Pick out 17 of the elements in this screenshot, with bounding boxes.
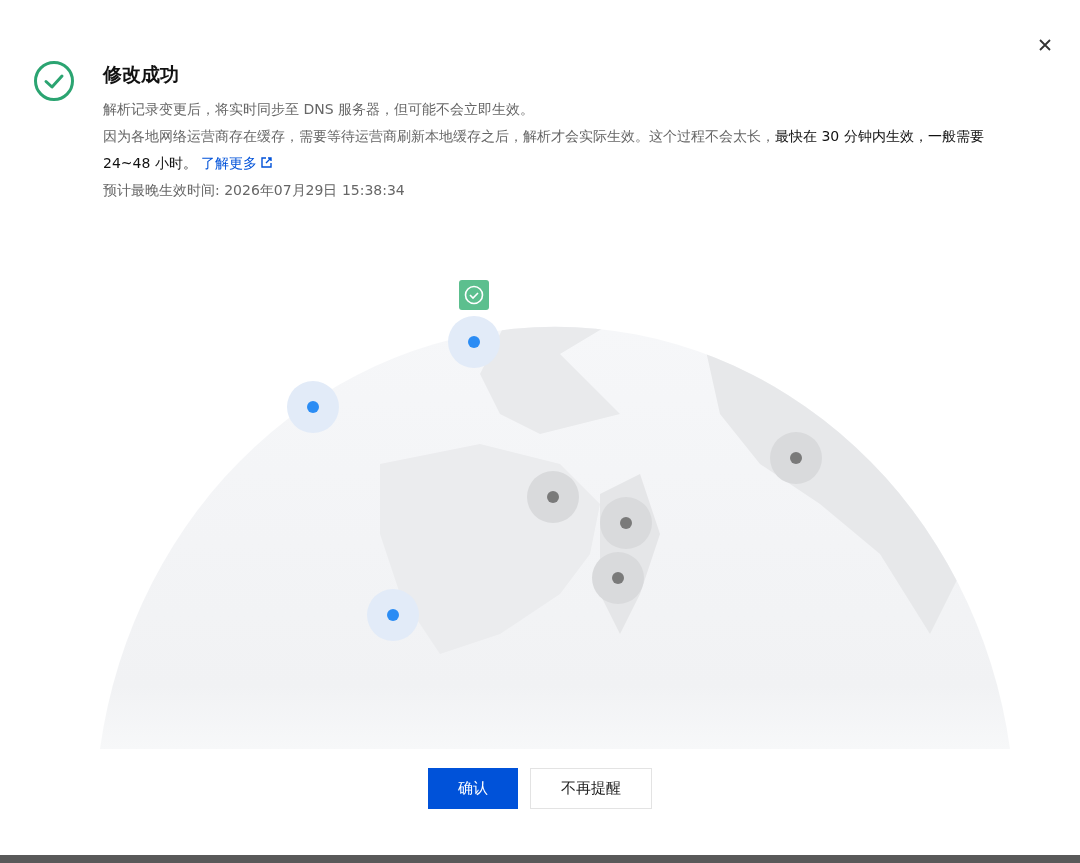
node-halo: [287, 381, 339, 433]
node-halo: [527, 471, 579, 523]
node-halo: [770, 432, 822, 484]
node-halo: [367, 589, 419, 641]
close-icon[interactable]: [1038, 38, 1052, 52]
learn-more-link[interactable]: 了解更多: [200, 155, 273, 171]
external-link-icon: [259, 156, 273, 169]
node-halo: [592, 552, 644, 604]
dismiss-button[interactable]: 不再提醒: [530, 768, 652, 809]
confirm-button[interactable]: 确认: [428, 768, 518, 809]
node-halo: [448, 316, 500, 368]
info-text: 解析记录变更后，将实时同步至 DNS 服务器，但可能不会立即生效。: [103, 100, 536, 119]
eta-text: 预计最晚生效时间: 2026年07月29日 15:38:34: [103, 181, 406, 200]
cache-notice-text: 因为各地网络运营商存在缓存，需要等待运营商刷新本地缓存之后，解析才会实际生效。这个过程不会太长，最快在 30 分钟内生效，一般需要 24~48 小时。 了解更多: [103, 127, 985, 173]
node-halo: [600, 497, 652, 549]
dialog-title: 修改成功: [103, 62, 180, 87]
success-check-icon: [33, 60, 75, 102]
